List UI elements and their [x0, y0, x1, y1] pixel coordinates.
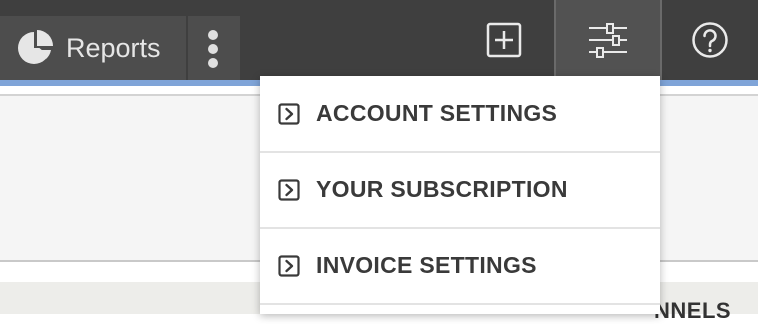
add-new-button[interactable]	[456, 0, 552, 80]
reports-nav-button[interactable]: Reports	[0, 16, 186, 80]
settings-button[interactable]	[556, 0, 660, 80]
add-square-icon	[486, 22, 522, 58]
menu-item-your-subscription[interactable]: YOUR SUBSCRIPTION	[260, 152, 660, 229]
pie-chart-icon	[18, 30, 53, 64]
sliders-icon	[589, 23, 627, 58]
chevron-right-square-icon	[278, 178, 300, 201]
column-heading: NNELS	[654, 298, 732, 323]
reports-label: Reports	[66, 32, 161, 63]
chevron-right-square-icon	[278, 254, 300, 277]
help-circle-icon	[692, 22, 728, 58]
menu-item-account-settings[interactable]: ACCOUNT SETTINGS	[260, 76, 660, 153]
help-button[interactable]	[662, 0, 758, 80]
more-options-button[interactable]	[188, 16, 240, 80]
menu-item-label: ACCOUNT SETTINGS	[316, 100, 558, 126]
chevron-right-square-icon	[278, 102, 300, 125]
menu-item-label: YOUR SUBSCRIPTION	[316, 176, 568, 202]
menu-item-invoice-settings[interactable]: INVOICE SETTINGS	[260, 228, 660, 305]
settings-dropdown-menu: ACCOUNT SETTINGS YOUR SUBSCRIPTION INVOI…	[260, 76, 660, 314]
top-navigation-bar: Reports	[0, 0, 758, 80]
menu-item-label: INVOICE SETTINGS	[316, 252, 537, 278]
